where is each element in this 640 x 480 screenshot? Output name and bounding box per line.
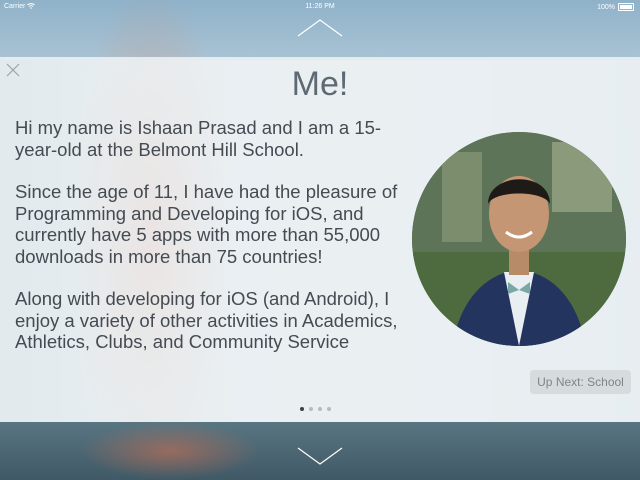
profile-photo	[412, 132, 626, 346]
up-next-button[interactable]: Up Next: School	[530, 370, 631, 394]
app-screen: Carrier 11:26 PM 100% Me! Hi my name is …	[0, 0, 640, 480]
page-dot[interactable]	[318, 407, 322, 411]
bio-text: Hi my name is Ishaan Prasad and I am a 1…	[15, 117, 420, 374]
page-title: Me!	[291, 65, 349, 103]
profile-card: Me! Hi my name is Ishaan Prasad and I am…	[0, 57, 640, 422]
bio-paragraph: Since the age of 11, I have had the plea…	[15, 181, 398, 267]
battery-icon	[618, 3, 634, 11]
battery-percent: 100%	[597, 3, 615, 11]
page-dot[interactable]	[327, 407, 331, 411]
page-dot[interactable]	[309, 407, 313, 411]
portrait-image	[412, 132, 626, 346]
bio-paragraph: Hi my name is Ishaan Prasad and I am a 1…	[15, 117, 382, 160]
status-bar: Carrier 11:26 PM 100%	[0, 0, 640, 14]
status-time: 11:26 PM	[305, 3, 335, 10]
chevron-down-icon[interactable]	[296, 446, 344, 466]
bio-paragraph: Along with developing for iOS (and Andro…	[15, 288, 398, 352]
battery-status: 100%	[597, 3, 634, 11]
chevron-up-icon[interactable]	[296, 18, 344, 38]
page-indicator[interactable]	[300, 407, 331, 411]
background-bottom-blur	[80, 422, 260, 480]
page-dot-active[interactable]	[300, 407, 304, 411]
